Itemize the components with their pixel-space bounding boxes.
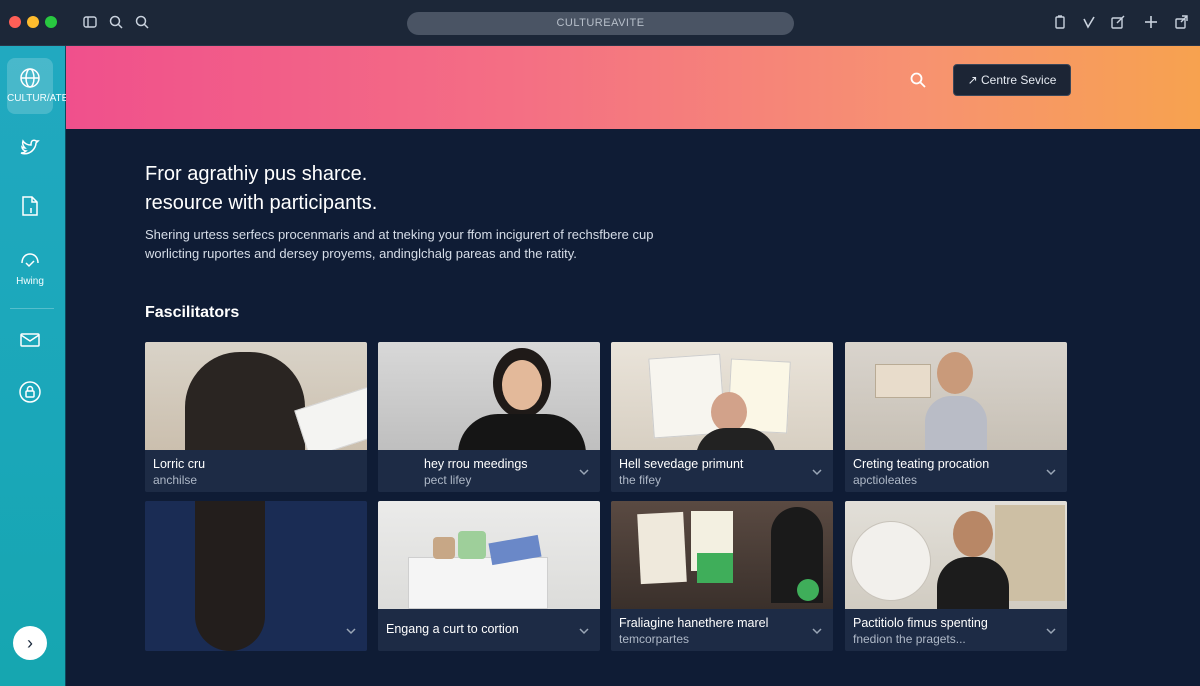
- globe-icon: [20, 68, 40, 88]
- card-subtitle: pect lifey: [424, 473, 472, 487]
- facilitator-card[interactable]: hey rrou meedings pect lifey: [378, 342, 600, 492]
- card-subtitle: anchilse: [153, 473, 198, 487]
- card-title: Hell sevedage primunt: [619, 457, 744, 471]
- card-subtitle: temcorpartes: [619, 632, 690, 646]
- card-photo: [611, 501, 833, 609]
- facilitator-card[interactable]: Engang a curt to cortion: [378, 501, 600, 651]
- card-caption: [145, 609, 367, 651]
- card-photo: [145, 342, 367, 492]
- page-subtitle-line: worlicting ruportes and dersey proyems, …: [145, 246, 577, 261]
- sidebar-item-label: Hwing: [16, 276, 44, 287]
- chevron-down-icon[interactable]: [1045, 624, 1057, 636]
- new-tab-icon[interactable]: [1142, 14, 1160, 32]
- card-title: hey rrou meedings: [424, 457, 528, 471]
- minimize-window-button[interactable]: [27, 16, 39, 28]
- card-caption: Creting teating procation apctioleates: [845, 450, 1067, 492]
- page-title-line: Fror agrathiy pus sharce.: [145, 163, 368, 185]
- centre-service-button[interactable]: ↗ Centre Sevice: [953, 64, 1071, 96]
- page-subtitle-line: Shering urtess serfecs procenmaris and a…: [145, 227, 654, 242]
- header-banner: ↗ Centre Sevice: [66, 46, 1200, 129]
- section-title: Fascilitators: [145, 304, 240, 321]
- card-photo: [378, 342, 600, 454]
- share-icon[interactable]: [1172, 14, 1190, 32]
- page-title-line: resource with participants.: [145, 192, 378, 214]
- page-title: Fror agrathiy pus sharce. resource with …: [145, 160, 705, 218]
- address-bar[interactable]: CULTUREAVITE: [407, 12, 794, 35]
- card-title: Creting teating procation: [853, 457, 990, 471]
- card-title: Engang a curt to cortion: [386, 622, 519, 636]
- sidebar: CULTUR/ATE Hwing ›: [0, 46, 69, 686]
- chevron-down-icon[interactable]: [345, 624, 357, 636]
- maximize-window-button[interactable]: [45, 16, 57, 28]
- facilitator-card[interactable]: Creting teating procation apctioleates: [845, 342, 1067, 492]
- card-caption: hey rrou meedings pect lifey: [378, 450, 600, 492]
- clipboard-icon[interactable]: [1051, 14, 1069, 32]
- search-icon[interactable]: [133, 14, 151, 32]
- facilitator-card[interactable]: Lorric cru anchilse: [145, 342, 367, 492]
- card-caption: Hell sevedage primunt the fifey: [611, 450, 833, 492]
- pencil-icon: ↗: [967, 73, 978, 87]
- sidebar-divider: [10, 308, 54, 309]
- sidebar-item-security[interactable]: [7, 380, 53, 404]
- chevron-down-icon[interactable]: [811, 624, 823, 636]
- lock-icon: [19, 381, 41, 403]
- card-title: Lorric cru: [153, 457, 206, 471]
- edit-icon[interactable]: [1109, 14, 1127, 32]
- card-caption: Fraliagine hanethere marel temcorpartes: [611, 609, 833, 651]
- sidebar-item-mail[interactable]: [7, 328, 53, 352]
- facilitator-card[interactable]: Pactitiolo fimus spenting fnedion the pr…: [845, 501, 1067, 651]
- card-title: Fraliagine hanethere marel: [619, 616, 769, 630]
- centre-service-label: Centre Sevice: [981, 73, 1057, 87]
- card-caption: Pactitiolo fimus spenting fnedion the pr…: [845, 609, 1067, 651]
- card-photo: [845, 501, 1067, 609]
- card-title: Pactitiolo fimus spenting: [853, 616, 988, 630]
- search-icon[interactable]: [107, 14, 125, 32]
- sidebar-item-label: CULTUR/ATE: [7, 93, 69, 104]
- chevron-down-icon[interactable]: [578, 465, 590, 477]
- bird-icon: [20, 139, 40, 155]
- page-subtitle: Shering urtess serfecs procenmaris and a…: [145, 225, 705, 263]
- facilitator-card[interactable]: Fraliagine hanethere marel temcorpartes: [611, 501, 833, 651]
- facilitator-card[interactable]: Hell sevedage primunt the fifey: [611, 342, 833, 492]
- card-photo: [845, 342, 1067, 450]
- window-titlebar: CULTUREAVITE: [0, 0, 1200, 46]
- chevron-down-icon[interactable]: [1045, 465, 1057, 477]
- mail-icon: [20, 333, 40, 347]
- handshake-icon: [21, 253, 39, 268]
- card-subtitle: the fifey: [619, 473, 662, 487]
- chevron-down-icon[interactable]: [578, 624, 590, 636]
- check-icon[interactable]: [1080, 14, 1098, 32]
- sidebar-item-documents[interactable]: [7, 194, 53, 218]
- expand-sidebar-button[interactable]: ›: [13, 626, 47, 660]
- facilitator-card[interactable]: [145, 501, 367, 651]
- card-photo: [611, 342, 833, 458]
- sidebar-toggle-icon[interactable]: [81, 14, 99, 32]
- sidebar-item-social[interactable]: [7, 136, 53, 160]
- card-subtitle: apctioleates: [853, 473, 918, 487]
- sidebar-item-hwing[interactable]: Hwing: [7, 249, 53, 287]
- search-icon[interactable]: [908, 70, 928, 90]
- card-caption: Engang a curt to cortion: [378, 609, 600, 651]
- close-window-button[interactable]: [9, 16, 21, 28]
- card-caption: Lorric cru anchilse: [145, 450, 367, 492]
- card-subtitle: fnedion the pragets...: [853, 632, 966, 646]
- card-photo: [378, 501, 600, 609]
- chevron-down-icon[interactable]: [811, 465, 823, 477]
- sidebar-item-home[interactable]: CULTUR/ATE: [7, 58, 69, 114]
- document-icon: [22, 196, 38, 216]
